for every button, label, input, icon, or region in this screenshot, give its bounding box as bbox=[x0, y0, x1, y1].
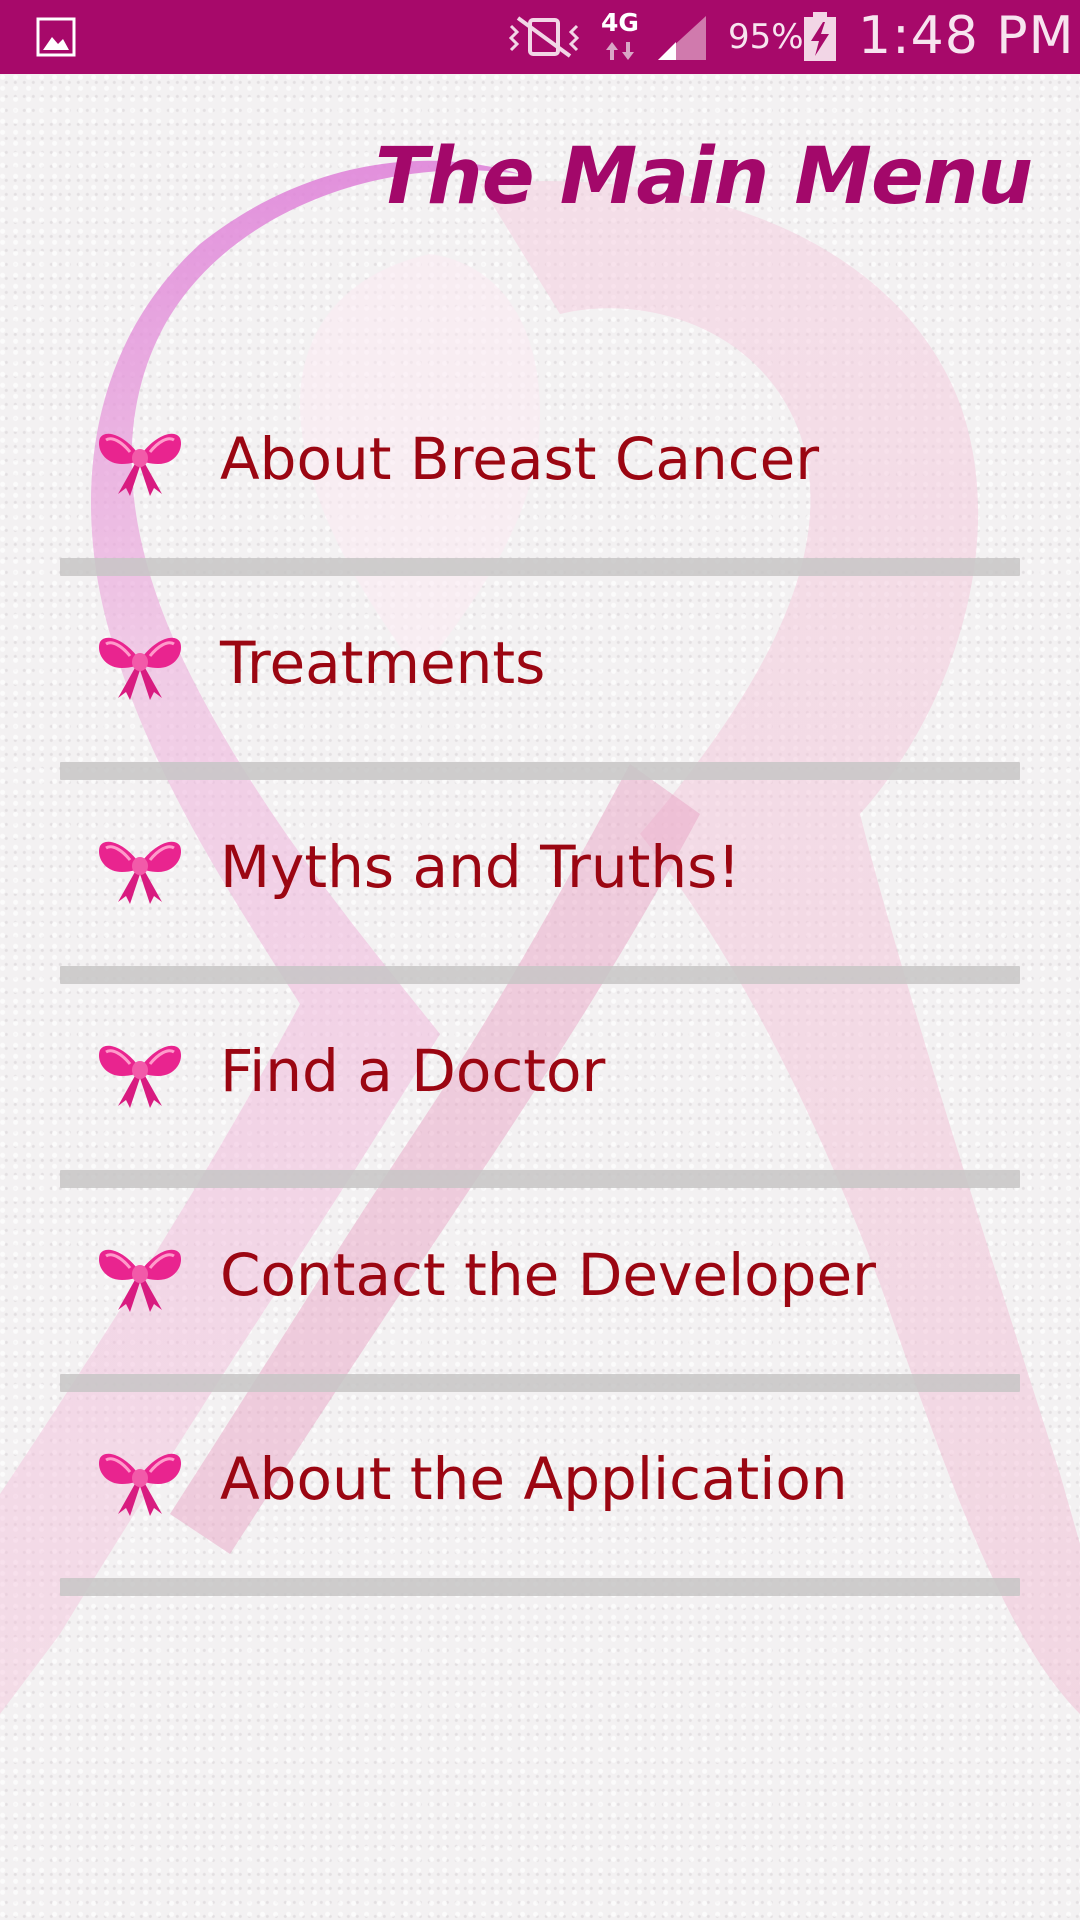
menu-item-find-a-doctor[interactable]: Find a Doctor bbox=[60, 972, 1020, 1176]
menu-item-label: Find a Doctor bbox=[220, 1037, 606, 1105]
menu-item-label: Myths and Truths! bbox=[220, 833, 741, 901]
bow-icon bbox=[98, 1249, 182, 1312]
menu-item-myths-and-truths[interactable]: Myths and Truths! bbox=[60, 768, 1020, 972]
bow-icon bbox=[98, 433, 182, 496]
menu-item-contact-the-developer[interactable]: Contact the Developer bbox=[60, 1176, 1020, 1380]
divider bbox=[60, 1578, 1020, 1596]
menu-item-about-the-application[interactable]: About the Application bbox=[60, 1380, 1020, 1584]
menu-item-label: Treatments bbox=[220, 629, 546, 697]
bow-icon bbox=[98, 1453, 182, 1516]
menu-item-label: About Breast Cancer bbox=[220, 425, 820, 493]
main-menu: About Breast Cancer Treatments Myths and… bbox=[0, 0, 1080, 1920]
menu-item-about-breast-cancer[interactable]: About Breast Cancer bbox=[60, 360, 1020, 564]
menu-item-label: Contact the Developer bbox=[220, 1241, 877, 1309]
menu-item-treatments[interactable]: Treatments bbox=[60, 564, 1020, 768]
bow-icon bbox=[98, 841, 182, 904]
bow-icon bbox=[98, 637, 182, 700]
menu-item-label: About the Application bbox=[220, 1445, 848, 1513]
bow-icon bbox=[98, 1045, 182, 1108]
